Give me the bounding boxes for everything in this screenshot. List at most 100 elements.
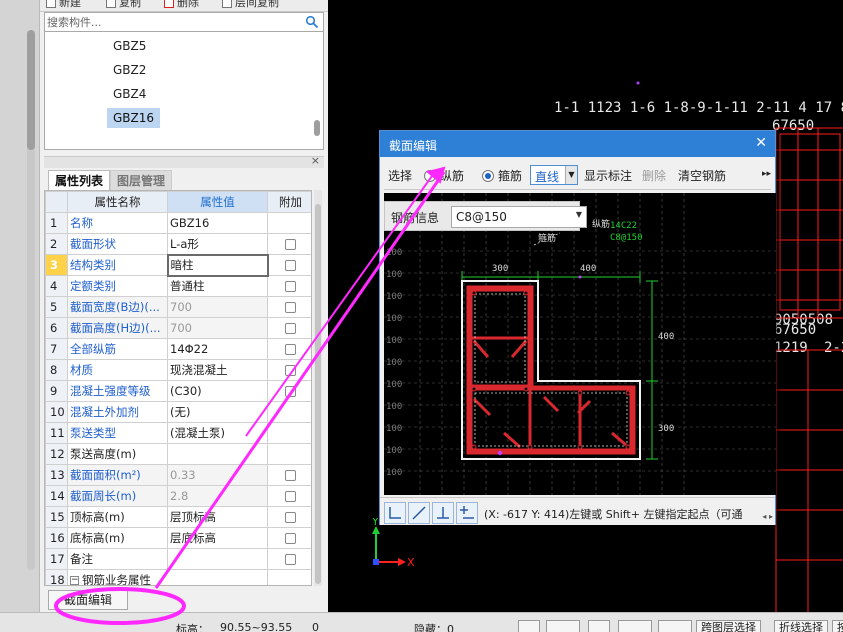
table-row[interactable]: 6 截面高度(H边)(... 700	[45, 317, 311, 339]
property-value[interactable]: 14Φ22	[167, 338, 268, 360]
list-item-gbz5[interactable]: GBZ5	[107, 36, 152, 56]
checkbox[interactable]	[285, 554, 296, 565]
table-row[interactable]: 10 混凝土外加剂 (无)	[45, 401, 311, 423]
dialog-title-bar[interactable]: 截面编辑 ✕	[380, 131, 775, 157]
checkbox[interactable]	[285, 239, 296, 250]
cross-toggle-icon[interactable]	[588, 620, 610, 632]
table-row[interactable]: 14 截面周长(m) 2.8	[45, 485, 311, 507]
status-overflow-button[interactable]: 按	[832, 620, 843, 632]
new-button[interactable]: 新建	[46, 0, 81, 10]
property-value[interactable]: 700	[167, 317, 268, 339]
checkbox[interactable]	[285, 512, 296, 523]
property-extra[interactable]	[267, 338, 311, 360]
cross-layer-select-button[interactable]: 跨图层选择	[696, 620, 761, 632]
property-value[interactable]: (无)	[167, 401, 268, 423]
table-row[interactable]: 18− 钢筋业务属性	[45, 569, 311, 585]
checkbox[interactable]	[285, 533, 296, 544]
property-grid-scrollbar[interactable]	[314, 190, 322, 586]
checkbox[interactable]	[285, 260, 297, 271]
select-tool[interactable]: 选择	[388, 167, 412, 184]
section-edit-button[interactable]: 截面编辑	[48, 590, 128, 610]
property-extra[interactable]	[267, 548, 311, 570]
table-row[interactable]: 5 截面宽度(B边)(... 700	[45, 296, 311, 318]
table-row[interactable]: 17 备注	[45, 548, 311, 570]
property-value[interactable]: 普通柱	[167, 275, 268, 297]
property-value[interactable]: (C30)	[167, 380, 268, 402]
delete-rebar-button[interactable]: 删除	[642, 167, 666, 184]
list-item-gbz16[interactable]: GBZ16	[107, 108, 161, 128]
show-annotation-button[interactable]: 显示标注	[584, 167, 632, 184]
property-value[interactable]: GBZ16	[167, 212, 268, 234]
ortho-toggle-icon[interactable]	[518, 620, 540, 632]
property-value[interactable]	[167, 443, 268, 465]
section-drawing-area[interactable]: 100 100 100 100 100 100 100 100 100 100 …	[384, 193, 776, 495]
delete-button[interactable]: 删除	[164, 0, 199, 10]
component-list-scrollbar[interactable]	[314, 34, 320, 146]
checkbox[interactable]	[285, 281, 296, 292]
orthogonal-mode-icon[interactable]	[384, 502, 406, 524]
table-row[interactable]: 8 材质 现浇混凝土	[45, 359, 311, 381]
table-row[interactable]: 15 顶标高(m) 层顶标高	[45, 506, 311, 528]
property-value[interactable]: 700	[167, 296, 268, 318]
table-row[interactable]: 4 定额类别 普通柱	[45, 275, 311, 297]
angle-toggle-icon[interactable]	[618, 620, 652, 632]
offset-toggle-icon[interactable]	[658, 620, 692, 632]
checkbox[interactable]	[285, 386, 296, 397]
table-row[interactable]: 7 全部纵筋 14Φ22	[45, 338, 311, 360]
table-row[interactable]: 2 截面形状 L-a形	[45, 233, 311, 255]
table-row[interactable]: 11 泵送类型 (混凝土泵)	[45, 422, 311, 444]
perpendicular-snap-icon[interactable]	[432, 502, 454, 524]
property-grid-scroll-thumb[interactable]	[315, 204, 321, 584]
checkbox[interactable]	[285, 344, 296, 355]
property-extra[interactable]	[267, 275, 311, 297]
dock-scrollbar-thumb[interactable]	[27, 30, 35, 150]
property-extra[interactable]	[267, 296, 311, 318]
toolbar-overflow-icon[interactable]: ▸▸	[762, 169, 771, 179]
status-scroll-arrows-icon[interactable]: ◂ ▸	[762, 512, 773, 521]
add-point-snap-icon[interactable]	[456, 502, 478, 524]
polyline-select-button[interactable]: 折线选择	[774, 620, 828, 632]
property-value[interactable]: 0.33	[167, 464, 268, 486]
tab-property-list[interactable]: 属性列表	[48, 170, 111, 190]
checkbox[interactable]	[285, 302, 296, 313]
collapse-icon[interactable]: −	[70, 576, 79, 585]
tab-layer-management[interactable]: 图层管理	[110, 170, 173, 190]
longitudinal-rebar-radio[interactable]: 纵筋	[424, 167, 464, 184]
property-extra[interactable]	[267, 527, 311, 549]
stirrup-radio[interactable]: 箍筋	[482, 167, 522, 184]
dialog-close-icon[interactable]: ✕	[755, 135, 767, 151]
property-value[interactable]: (混凝土泵)	[167, 422, 268, 444]
property-extra[interactable]	[267, 254, 311, 276]
table-row[interactable]: 12 泵送高度(m)	[45, 443, 311, 465]
table-row[interactable]: 13 截面面积(m²) 0.33	[45, 464, 311, 486]
property-value[interactable]: L-a形	[167, 233, 268, 255]
property-value[interactable]: 层顶标高	[167, 506, 268, 528]
property-value[interactable]: 暗柱	[166, 253, 269, 277]
search-icon[interactable]	[305, 15, 319, 29]
list-item-gbz4[interactable]: GBZ4	[107, 84, 152, 104]
property-extra[interactable]	[267, 359, 311, 381]
property-extra[interactable]	[267, 464, 311, 486]
checkbox[interactable]	[285, 470, 296, 481]
copy-button[interactable]: 复制	[106, 0, 141, 10]
copy-between-floors-button[interactable]: 层间复制	[222, 0, 279, 10]
table-row[interactable]: 9 混凝土强度等级 (C30)	[45, 380, 311, 402]
checkbox[interactable]	[285, 323, 296, 334]
table-row[interactable]: 1 名称 GBZ16	[45, 212, 311, 234]
property-extra[interactable]	[267, 317, 311, 339]
property-extra[interactable]	[267, 380, 311, 402]
table-row[interactable]: 16 底标高(m) 层底标高	[45, 527, 311, 549]
draw-mode-dropdown[interactable]: 直线 ▼	[530, 165, 578, 185]
checkbox[interactable]	[285, 365, 296, 376]
checkbox[interactable]	[285, 491, 296, 502]
property-value[interactable]: 层底标高	[167, 527, 268, 549]
snap-line-icon[interactable]	[408, 502, 430, 524]
close-icon[interactable]: ×	[311, 154, 320, 167]
component-list-scroll-thumb[interactable]	[314, 120, 320, 136]
property-extra[interactable]	[267, 485, 311, 507]
snap-toggle-icon[interactable]	[546, 620, 580, 632]
property-extra[interactable]	[267, 506, 311, 528]
property-extra[interactable]	[267, 233, 311, 255]
steel-info-select[interactable]: C8@150 ▼	[451, 206, 587, 228]
property-value[interactable]: 现浇混凝土	[167, 359, 268, 381]
